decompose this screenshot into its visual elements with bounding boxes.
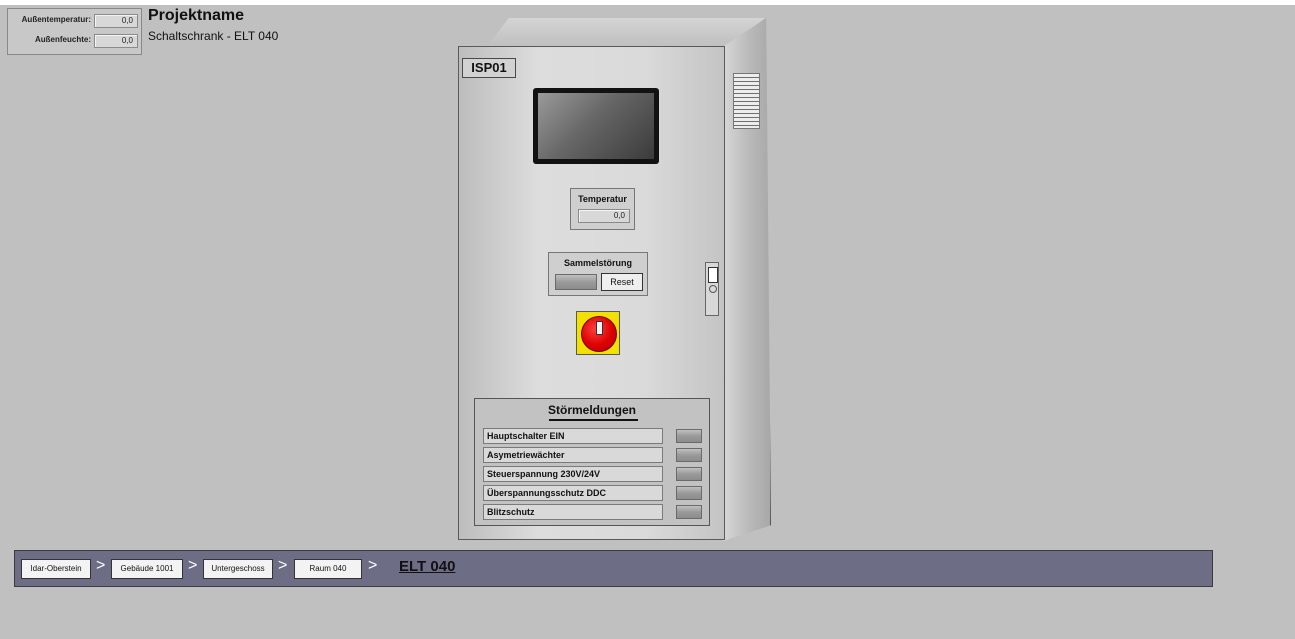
- door-handle: [705, 262, 719, 316]
- fault-label: Steuerspannung 230V/24V: [483, 466, 663, 482]
- temperature-field: 0,0: [578, 209, 630, 223]
- fault-row: Überspannungsschutz DDC: [483, 485, 705, 501]
- fault-messages-title: Störmeldungen: [547, 403, 636, 417]
- fault-label: Asymetriewächter: [483, 447, 663, 463]
- main-switch-knob: [581, 316, 617, 352]
- fault-lamp: [676, 448, 702, 462]
- outside-humidity-field: 0,0: [94, 34, 138, 48]
- temperature-panel: Temperatur 0,0: [570, 188, 635, 230]
- fault-row: Steuerspannung 230V/24V: [483, 466, 705, 482]
- fault-label: Hauptschalter EIN: [483, 428, 663, 444]
- breadcrumb-separator: >: [278, 557, 288, 574]
- main-switch-handle: [596, 321, 603, 335]
- top-border: [0, 0, 1295, 5]
- fault-messages-panel: Störmeldungen Hauptschalter EIN Asymetri…: [474, 398, 710, 526]
- fault-label: Überspannungsschutz DDC: [483, 485, 663, 501]
- project-subtitle: Schaltschrank - ELT 040: [148, 29, 279, 43]
- breadcrumb-current: ELT 040: [399, 558, 456, 575]
- main-switch-icon[interactable]: [576, 311, 620, 355]
- temperature-label: Temperatur: [578, 194, 627, 204]
- fault-row: Blitzschutz: [483, 504, 705, 520]
- outside-temp-row: Außentemperatur: 0,0: [8, 14, 143, 28]
- breadcrumb-item-raum[interactable]: Raum 040: [294, 559, 362, 579]
- fault-label: Blitzschutz: [483, 504, 663, 520]
- breadcrumb-item-untergeschoss[interactable]: Untergeschoss: [203, 559, 273, 579]
- fault-lamp: [676, 429, 702, 443]
- breadcrumb-separator: >: [368, 557, 378, 574]
- collective-alarm-label: Sammelstörung: [563, 258, 632, 268]
- project-title: Projektname: [148, 7, 245, 24]
- outside-humidity-row: Außenfeuchte: 0,0: [8, 34, 143, 48]
- door-handle-slot: [708, 267, 718, 283]
- vent-grille: [733, 73, 760, 129]
- breadcrumb-separator: >: [188, 557, 198, 574]
- breadcrumb-separator: >: [96, 557, 106, 574]
- fault-row: Asymetriewächter: [483, 447, 705, 463]
- collective-alarm-lamp: [555, 274, 597, 290]
- hmi-screen: [538, 93, 654, 159]
- fault-lamp: [676, 505, 702, 519]
- breadcrumb: Idar-Oberstein > Gebäude 1001 > Unterges…: [14, 550, 1213, 587]
- hmi-display[interactable]: [533, 88, 659, 164]
- fault-title-underline: [549, 419, 638, 421]
- outside-temp-field: 0,0: [94, 14, 138, 28]
- breadcrumb-item-idar-oberstein[interactable]: Idar-Oberstein: [21, 559, 91, 579]
- fault-lamp: [676, 467, 702, 481]
- cabinet-tag: ISP01: [462, 58, 516, 78]
- door-lock-icon: [709, 285, 717, 293]
- collective-alarm-panel: Sammelstörung Reset: [548, 252, 648, 296]
- weather-panel: Außentemperatur: 0,0 Außenfeuchte: 0,0: [7, 8, 142, 55]
- fault-row: Hauptschalter EIN: [483, 428, 705, 444]
- reset-button[interactable]: Reset: [601, 273, 643, 291]
- breadcrumb-item-gebaeude[interactable]: Gebäude 1001: [111, 559, 183, 579]
- outside-temp-label: Außentemperatur:: [21, 15, 91, 24]
- fault-lamp: [676, 486, 702, 500]
- outside-humidity-label: Außenfeuchte:: [35, 35, 91, 44]
